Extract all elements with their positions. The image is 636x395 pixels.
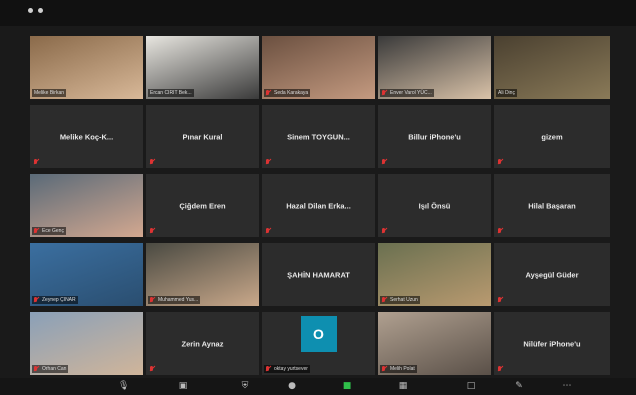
participant-tile[interactable]: Sinem TOYGUN... — [262, 105, 375, 168]
participant-tile[interactable]: Seda Karakaya — [262, 36, 375, 99]
participant-tile[interactable]: Ece Genç — [30, 174, 143, 237]
mic-icon[interactable]: 🎙 — [118, 382, 129, 391]
participant-tile[interactable]: Zeynep ÇINAR — [30, 243, 143, 306]
chat-icon[interactable]: ■ — [342, 382, 352, 391]
muted-mic-icon — [33, 228, 39, 234]
participant-tile[interactable]: Hilal Başaran — [494, 174, 610, 237]
muted-mic-icon — [381, 228, 387, 234]
more-icon[interactable]: ⋯ — [562, 382, 572, 391]
participant-tile[interactable]: Muhammed Yus... — [146, 243, 259, 306]
muted-mic-icon — [497, 366, 503, 372]
muted-mic-icon — [33, 297, 39, 303]
muted-mic-icon — [497, 228, 503, 234]
participants-icon[interactable]: ● — [287, 382, 297, 391]
participant-tile[interactable]: Serhat Uzun — [378, 243, 491, 306]
muted-mic-icon — [497, 297, 503, 303]
participant-tile[interactable]: Hazal Dilan Erka... — [262, 174, 375, 237]
muted-mic-icon — [265, 228, 271, 234]
video-icon[interactable]: ▣ — [178, 382, 188, 391]
window-dot-icon[interactable] — [28, 8, 33, 13]
reactions-icon[interactable]: ✎ — [514, 382, 524, 391]
record-icon[interactable]: □ — [466, 382, 476, 391]
participant-name-label: Enver Varol YÜC... — [380, 89, 434, 97]
participant-name: gizem — [541, 132, 563, 141]
participant-tile[interactable]: Melih Polat — [378, 312, 491, 375]
participant-tile[interactable]: Ooktay yurtsever — [262, 312, 375, 375]
participant-tile[interactable]: ŞAHİN HAMARAT — [262, 243, 375, 306]
muted-mic-icon — [149, 297, 155, 303]
muted-mic-icon — [265, 159, 271, 165]
participant-name-label: Muhammed Yus... — [148, 296, 201, 304]
security-icon[interactable]: ⛨ — [240, 382, 250, 391]
participant-name-label: Ercan CIRIT Bek... — [148, 89, 194, 97]
muted-mic-icon — [149, 228, 155, 234]
participant-tile[interactable]: Melike Koç-K... — [30, 105, 143, 168]
participant-name: Billur iPhone'u — [408, 132, 461, 141]
participant-tile[interactable]: gizem — [494, 105, 610, 168]
participant-tile[interactable]: Enver Varol YÜC... — [378, 36, 491, 99]
participant-tile[interactable]: Orhan Can — [30, 312, 143, 375]
participant-name: Nilüfer iPhone'u — [523, 339, 581, 348]
participant-name: Işıl Önsü — [418, 201, 451, 210]
participant-tile[interactable]: Melike Birkan — [30, 36, 143, 99]
participant-name: ŞAHİN HAMARAT — [287, 270, 350, 279]
participant-tile[interactable]: Pınar Kural — [146, 105, 259, 168]
participant-tile[interactable]: Zerin Aynaz — [146, 312, 259, 375]
participant-name: Hazal Dilan Erka... — [286, 201, 351, 210]
muted-mic-icon — [149, 159, 155, 165]
participant-name-label: Ali Dinç — [496, 89, 517, 97]
muted-mic-icon — [265, 366, 271, 372]
participant-tile[interactable]: Nilüfer iPhone'u — [494, 312, 610, 375]
participant-name: Hilal Başaran — [528, 201, 576, 210]
muted-mic-icon — [33, 366, 39, 372]
muted-mic-icon — [149, 366, 155, 372]
muted-mic-icon — [265, 90, 271, 96]
muted-mic-icon — [33, 159, 39, 165]
participant-name: Ayşegül Güder — [525, 270, 579, 279]
participant-gallery: Melike Birkan Ercan CIRIT Bek... Seda Kara… — [30, 36, 610, 375]
participant-tile[interactable]: Billur iPhone'u — [378, 105, 491, 168]
participant-tile[interactable]: Ali Dinç — [494, 36, 610, 99]
window-dot-icon[interactable] — [38, 8, 43, 13]
participant-name: Pınar Kural — [182, 132, 223, 141]
participant-name: Çiğdem Eren — [179, 201, 226, 210]
participant-name-label: Melike Birkan — [32, 89, 67, 97]
participant-tile[interactable]: Ercan CIRIT Bek... — [146, 36, 259, 99]
muted-mic-icon — [381, 297, 387, 303]
muted-mic-icon — [497, 159, 503, 165]
window-title-bar — [0, 0, 636, 26]
participant-tile[interactable]: Çiğdem Eren — [146, 174, 259, 237]
meeting-toolbar: 🎙 ▣ ⛨ ● ■ ▦ □ ✎ ⋯ — [0, 378, 636, 395]
participant-name: Melike Koç-K... — [59, 132, 114, 141]
participant-name: Sinem TOYGUN... — [287, 132, 350, 141]
participant-name: Zerin Aynaz — [181, 339, 224, 348]
muted-mic-icon — [381, 366, 387, 372]
share-screen-icon[interactable]: ▦ — [398, 382, 408, 391]
muted-mic-icon — [381, 159, 387, 165]
participant-tile[interactable]: Işıl Önsü — [378, 174, 491, 237]
muted-mic-icon — [381, 90, 387, 96]
participant-tile[interactable]: Ayşegül Güder — [494, 243, 610, 306]
avatar: O — [300, 316, 337, 352]
